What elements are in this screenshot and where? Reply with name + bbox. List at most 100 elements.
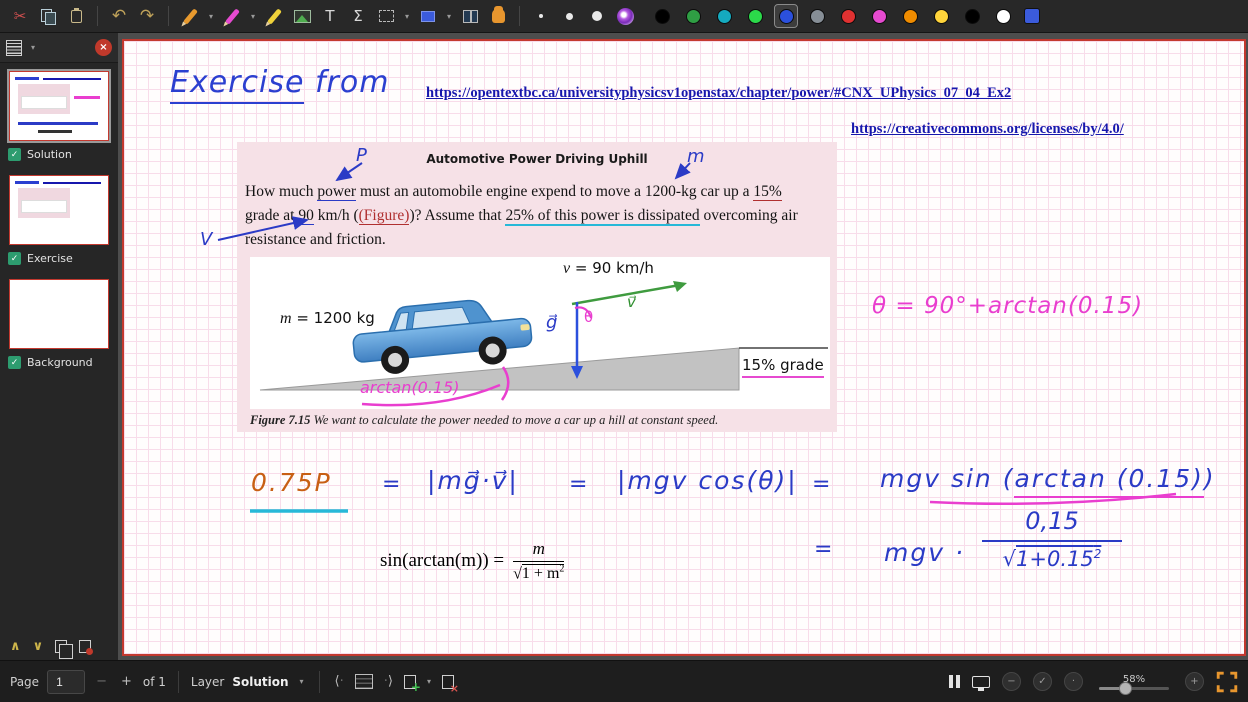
layer-row-solution[interactable]: ✓ Solution [0, 145, 118, 167]
move-layer-down-button[interactable]: ∨ [33, 639, 44, 654]
color-swatch[interactable] [775, 5, 797, 27]
page-prev-button[interactable]: − [93, 674, 110, 689]
swatch-circle-icon [872, 9, 887, 24]
highlighter-tool-button[interactable] [220, 3, 244, 29]
pause-icon[interactable] [949, 675, 960, 688]
thickness-thick-button[interactable] [585, 3, 609, 29]
zoom-in-button[interactable]: + [1185, 672, 1204, 691]
close-sidebar-button[interactable]: × [95, 39, 112, 56]
color-swatch[interactable] [899, 5, 921, 27]
cross-icon: × [450, 682, 459, 695]
pen-dropdown-chevron[interactable]: ▾ [206, 12, 216, 21]
g-vector-label: g⃗ [546, 312, 557, 333]
zoom-slider[interactable] [1099, 687, 1169, 690]
prev-layer-button[interactable]: ⟨· [332, 674, 347, 689]
color-swatch[interactable] [837, 5, 859, 27]
delete-layer-button[interactable]: × [442, 675, 454, 689]
problem-text-part: 90 [298, 207, 314, 225]
checkbox-checked-icon[interactable]: ✓ [8, 252, 21, 265]
color-swatch[interactable] [930, 5, 952, 27]
page-number-input[interactable] [47, 670, 85, 694]
license-url-link[interactable]: https://creativecommons.org/licenses/by/… [851, 121, 1124, 138]
radicand-text: 1+0.15 [1016, 547, 1094, 571]
zoom-slider-handle[interactable] [1119, 682, 1132, 695]
layer-row-background[interactable]: ✓ Background [0, 353, 118, 375]
shape-tool-button[interactable] [416, 3, 440, 29]
thickness-fine-button[interactable] [529, 3, 553, 29]
thick-dot-icon [592, 11, 602, 21]
undo-button[interactable]: ↶ [107, 3, 131, 29]
paste-icon[interactable] [64, 3, 88, 29]
checkbox-checked-icon[interactable]: ✓ [8, 356, 21, 369]
marker-icon [267, 8, 282, 24]
marker-tool-button[interactable] [262, 3, 286, 29]
page-next-button[interactable]: + [118, 674, 135, 689]
canvas-viewport[interactable]: Exercise from https://opentextbc.ca/univ… [118, 33, 1248, 660]
shape-dropdown-chevron[interactable]: ▾ [444, 12, 454, 21]
pen-tool-button[interactable] [178, 3, 202, 29]
current-layer-select[interactable]: Solution [232, 675, 288, 689]
color-swatch[interactable] [868, 5, 890, 27]
copy-icon[interactable] [36, 3, 60, 29]
color-swatch[interactable] [651, 5, 673, 27]
swatch-circle-icon [748, 9, 763, 24]
tool-circle-1[interactable]: − [1002, 672, 1021, 691]
color-swatch[interactable] [992, 5, 1014, 27]
radicand: 1+0.152 [1016, 547, 1101, 571]
image-tool-button[interactable] [290, 3, 314, 29]
sin-close: ) [1204, 464, 1216, 493]
problem-line-3: resistance and friction. [245, 228, 833, 252]
add-layer-chevron[interactable]: ▾ [424, 677, 434, 686]
layer-stack-icon[interactable] [355, 674, 373, 689]
color-picker-button[interactable] [613, 3, 637, 29]
layer-select-chevron[interactable]: ▾ [297, 677, 307, 686]
color-swatch[interactable] [806, 5, 828, 27]
select-dropdown-chevron[interactable]: ▾ [402, 12, 412, 21]
layer-panel-icon[interactable] [6, 40, 22, 56]
document-page[interactable]: Exercise from https://opentextbc.ca/univ… [122, 39, 1246, 656]
layer-row-exercise[interactable]: ✓ Exercise [0, 249, 118, 271]
checkbox-checked-icon[interactable]: ✓ [8, 148, 21, 161]
vertical-space-tool-button[interactable] [458, 3, 482, 29]
cut-icon[interactable]: ✂ [8, 3, 32, 29]
color-swatch[interactable] [744, 5, 766, 27]
source-url-link[interactable]: https://opentextbc.ca/universityphysicsv… [426, 85, 1011, 102]
merge-layer-icon[interactable] [79, 640, 91, 653]
hand-tool-button[interactable] [486, 3, 510, 29]
text-tool-button[interactable]: T [318, 3, 342, 29]
problem-text-part: )? Assume that [409, 207, 505, 224]
swatch-circle-icon [779, 9, 794, 24]
duplicate-layer-icon[interactable] [55, 640, 67, 653]
tool-circle-2[interactable]: ✓ [1033, 672, 1052, 691]
presentation-display-icon[interactable] [972, 676, 990, 688]
tool-circle-3[interactable]: · [1064, 672, 1083, 691]
fraction-denominator: √1+0.152 [982, 542, 1122, 571]
sidebar-dropdown-chevron[interactable]: ▾ [28, 43, 38, 52]
layer-thumbnail-exercise[interactable] [9, 175, 109, 245]
move-layer-up-button[interactable]: ∧ [10, 639, 21, 654]
math-tex-tool-button[interactable]: Σ [346, 3, 370, 29]
color-swatch[interactable] [713, 5, 735, 27]
custom-color-swatch[interactable] [1024, 8, 1040, 24]
equals-sign: = [812, 472, 832, 497]
caption-number: Figure 7.15 [250, 413, 310, 427]
arctan-term: arctan (0.15) [1014, 464, 1203, 498]
select-tool-button[interactable] [374, 3, 398, 29]
next-layer-button[interactable]: ·⟩ [381, 674, 396, 689]
layer-thumbnail-solution[interactable] [9, 71, 109, 141]
equation-term-sin: mgv sin (arctan (0.15)) [880, 464, 1216, 493]
redo-button[interactable]: ↷ [135, 3, 159, 29]
highlighter-dropdown-chevron[interactable]: ▾ [248, 12, 258, 21]
problem-text-part: overcoming air [700, 207, 798, 224]
swatch-circle-icon [655, 9, 670, 24]
problem-box: Automotive Power Driving Uphill How much… [237, 142, 837, 432]
thickness-medium-button[interactable] [557, 3, 581, 29]
layer-thumbnail-background[interactable] [9, 279, 109, 349]
fullscreen-icon[interactable] [1216, 671, 1238, 693]
color-swatch[interactable] [961, 5, 983, 27]
color-swatch[interactable] [682, 5, 704, 27]
clipboard-icon [71, 10, 82, 23]
add-layer-button[interactable]: + [404, 675, 416, 689]
latex-radicand: 1 + m2 [522, 564, 564, 582]
handwritten-word-exercise: Exercise [170, 65, 304, 104]
